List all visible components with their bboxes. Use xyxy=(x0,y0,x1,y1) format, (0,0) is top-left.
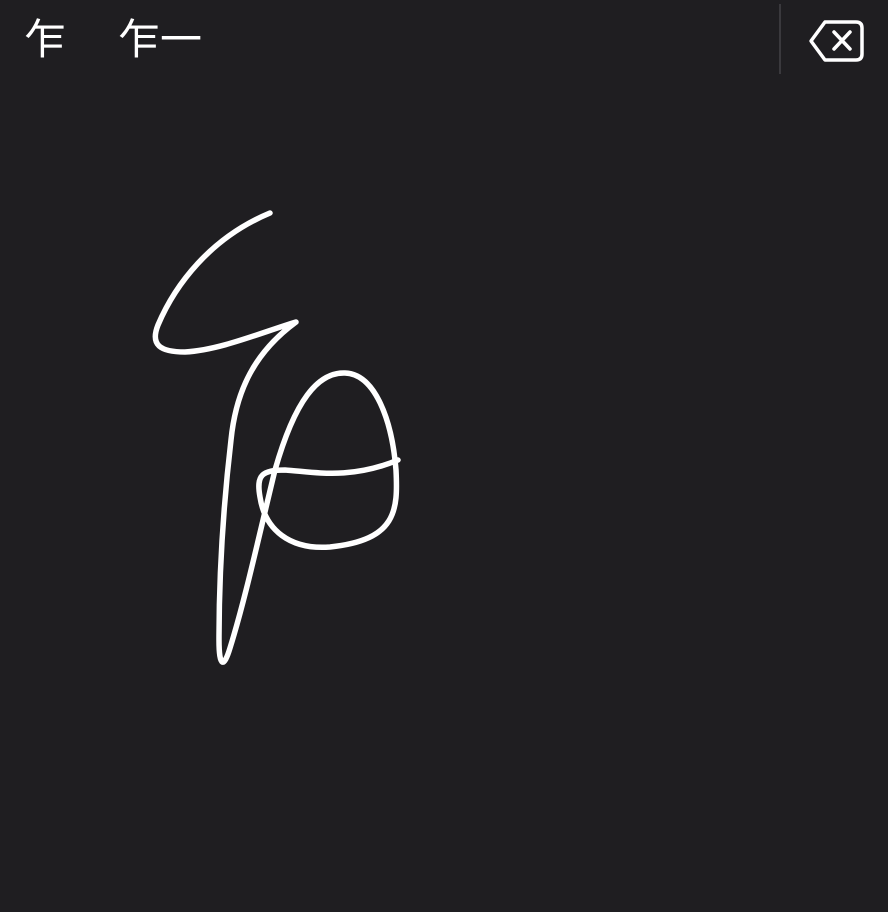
backspace-icon xyxy=(809,20,864,62)
divider xyxy=(779,4,781,74)
handwriting-canvas[interactable] xyxy=(0,80,888,912)
candidate-item-2[interactable]: 乍一 xyxy=(118,10,202,70)
delete-button[interactable] xyxy=(806,16,868,66)
candidate-item-1[interactable]: 乍 xyxy=(24,10,66,70)
candidate-bar: 乍 乍一 xyxy=(0,0,888,80)
handwriting-strokes xyxy=(152,210,401,665)
handwriting-stroke xyxy=(152,210,401,665)
